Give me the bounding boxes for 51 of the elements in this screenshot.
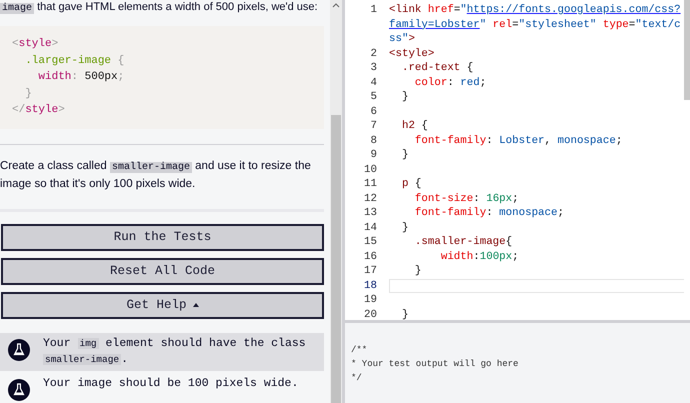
code-line: } (400, 148, 410, 162)
line-number: 12 (363, 192, 377, 206)
task-text: Create a class called smaller-image and use it to resize the image so that it's only 100 pixels wide. (0, 158, 312, 192)
intro-text: image that gave HTML elements a width of 500 pixels, we'd use: (0, 0, 319, 16)
line-number: 6 (370, 104, 377, 119)
test-text: Your image should be 100 pixels wide. (43, 376, 298, 392)
line-number: 1 (370, 3, 377, 18)
code-example: <style> .larger-image { width: 500px; } </style> (0, 26, 324, 128)
line-number: 16 (363, 250, 377, 264)
line-number: 11 (363, 177, 377, 192)
code-line: .red-text { (400, 61, 474, 76)
code-line: } (400, 90, 410, 104)
line-number: 8 (370, 134, 377, 148)
code-line: <style> (389, 46, 436, 61)
flask-icon (8, 338, 30, 360)
line-number: 5 (370, 90, 377, 104)
line-number: 13 (363, 206, 377, 220)
line-number: 10 (363, 162, 377, 177)
code-line: font-family: monospace; (414, 206, 565, 220)
code-line: font-family: Lobster, monospace; (414, 134, 624, 148)
line-number: 4 (370, 76, 377, 90)
code-line: color: red; (414, 76, 488, 90)
flask-icon (8, 378, 30, 400)
output-line: /** (351, 344, 368, 357)
line-number: 19 (363, 293, 377, 308)
scrollbar[interactable] (330, 0, 342, 403)
line-number: 14 (363, 220, 377, 235)
line-number: 20 (363, 308, 377, 320)
code-line: } (414, 264, 422, 278)
output-line: */ (351, 372, 363, 385)
test-text: Your img element should have the class smaller-image . (43, 336, 307, 368)
output-line: * Your test output will go here (351, 358, 520, 371)
line-number: 7 (370, 119, 377, 134)
get-help-button[interactable]: Get Help (1, 292, 324, 318)
code-line: .smaller-image{ (414, 235, 514, 250)
line-number: 3 (370, 61, 377, 76)
code-line: } (400, 308, 410, 320)
line-number: 9 (370, 148, 377, 162)
code-line: width:100px; (440, 250, 520, 264)
code-line: <link href="https://fonts.googleapis.com/css?family=Lobster" rel="stylesheet" type="text/css"> (389, 3, 682, 46)
action-button[interactable]: Run the Tests (1, 224, 324, 250)
action-button[interactable]: Reset All Code (1, 258, 324, 284)
code-line: h2 { (400, 119, 429, 134)
code-line: p { (400, 177, 422, 192)
line-number: 18 (363, 278, 377, 293)
line-number: 15 (363, 235, 377, 250)
caret-icon (192, 303, 198, 307)
line-number: 2 (370, 46, 377, 61)
code-line: } (400, 220, 410, 235)
line-number: 17 (363, 264, 377, 278)
code-line: font-size: 16px; (414, 192, 520, 206)
